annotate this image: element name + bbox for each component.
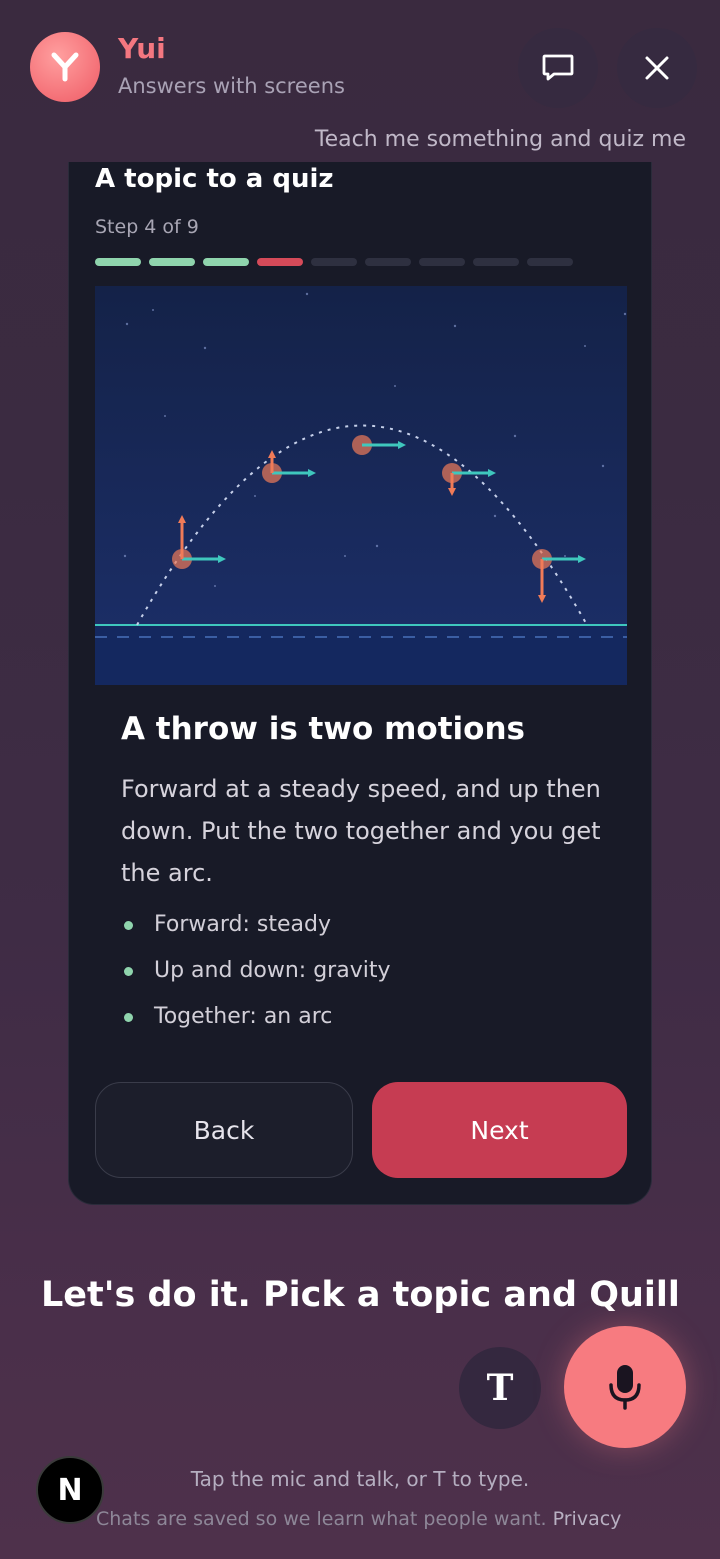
app-subtitle: Answers with screens [118,74,345,98]
slide-body: Forward at a steady speed, and up then d… [121,775,601,887]
card-title: A topic to a quiz [95,164,334,194]
composer-hint-text: Tap the mic and talk, or T to type. [190,1467,530,1491]
footer-text: Chats are saved so we learn what people … [96,1508,547,1530]
progress-segment [473,258,519,266]
close-icon [645,56,669,80]
back-button[interactable]: Back [95,1082,353,1178]
footer-note: Chats are saved so we learn what people … [96,1508,621,1530]
next-button[interactable]: Next [372,1082,627,1178]
assistant-avatar [30,32,100,102]
type-mode-button[interactable]: T [459,1347,541,1429]
close-button[interactable] [617,28,697,108]
step-progress-bar [95,258,573,266]
privacy-link[interactable]: Privacy [553,1508,622,1530]
microphone-icon [609,1365,641,1410]
yui-logo-icon [51,52,79,82]
step-indicator: Step 4 of 9 [95,216,199,238]
user-message: Teach me something and quiz me [314,127,686,152]
chat-bubble-icon [542,54,574,81]
mic-button[interactable] [564,1326,686,1448]
progress-segment [311,258,357,266]
composer-hint: Tap the mic and talk, or T to type. [0,1467,720,1491]
progress-segment [365,258,411,266]
progress-segment [257,258,303,266]
lesson-card: A topic to a quiz Step 4 of 9 A throw is… [68,162,652,1205]
ground [95,625,627,685]
projectile-illustration [95,286,627,685]
assistant-reply: Let's do it. Pick a topic and Quill [41,1275,680,1315]
list-item: Together: an arc [121,994,390,1040]
chat-history-button[interactable] [518,28,598,108]
list-item: Up and down: gravity [121,948,390,994]
progress-segment [203,258,249,266]
slide-title: A throw is two motions [121,711,525,747]
list-item: Forward: steady [121,902,390,948]
app-name: Yui [118,32,166,65]
key-points-list: Forward: steady Up and down: gravity Tog… [121,902,390,1040]
progress-segment [149,258,195,266]
progress-segment [95,258,141,266]
progress-segment [527,258,573,266]
progress-segment [419,258,465,266]
